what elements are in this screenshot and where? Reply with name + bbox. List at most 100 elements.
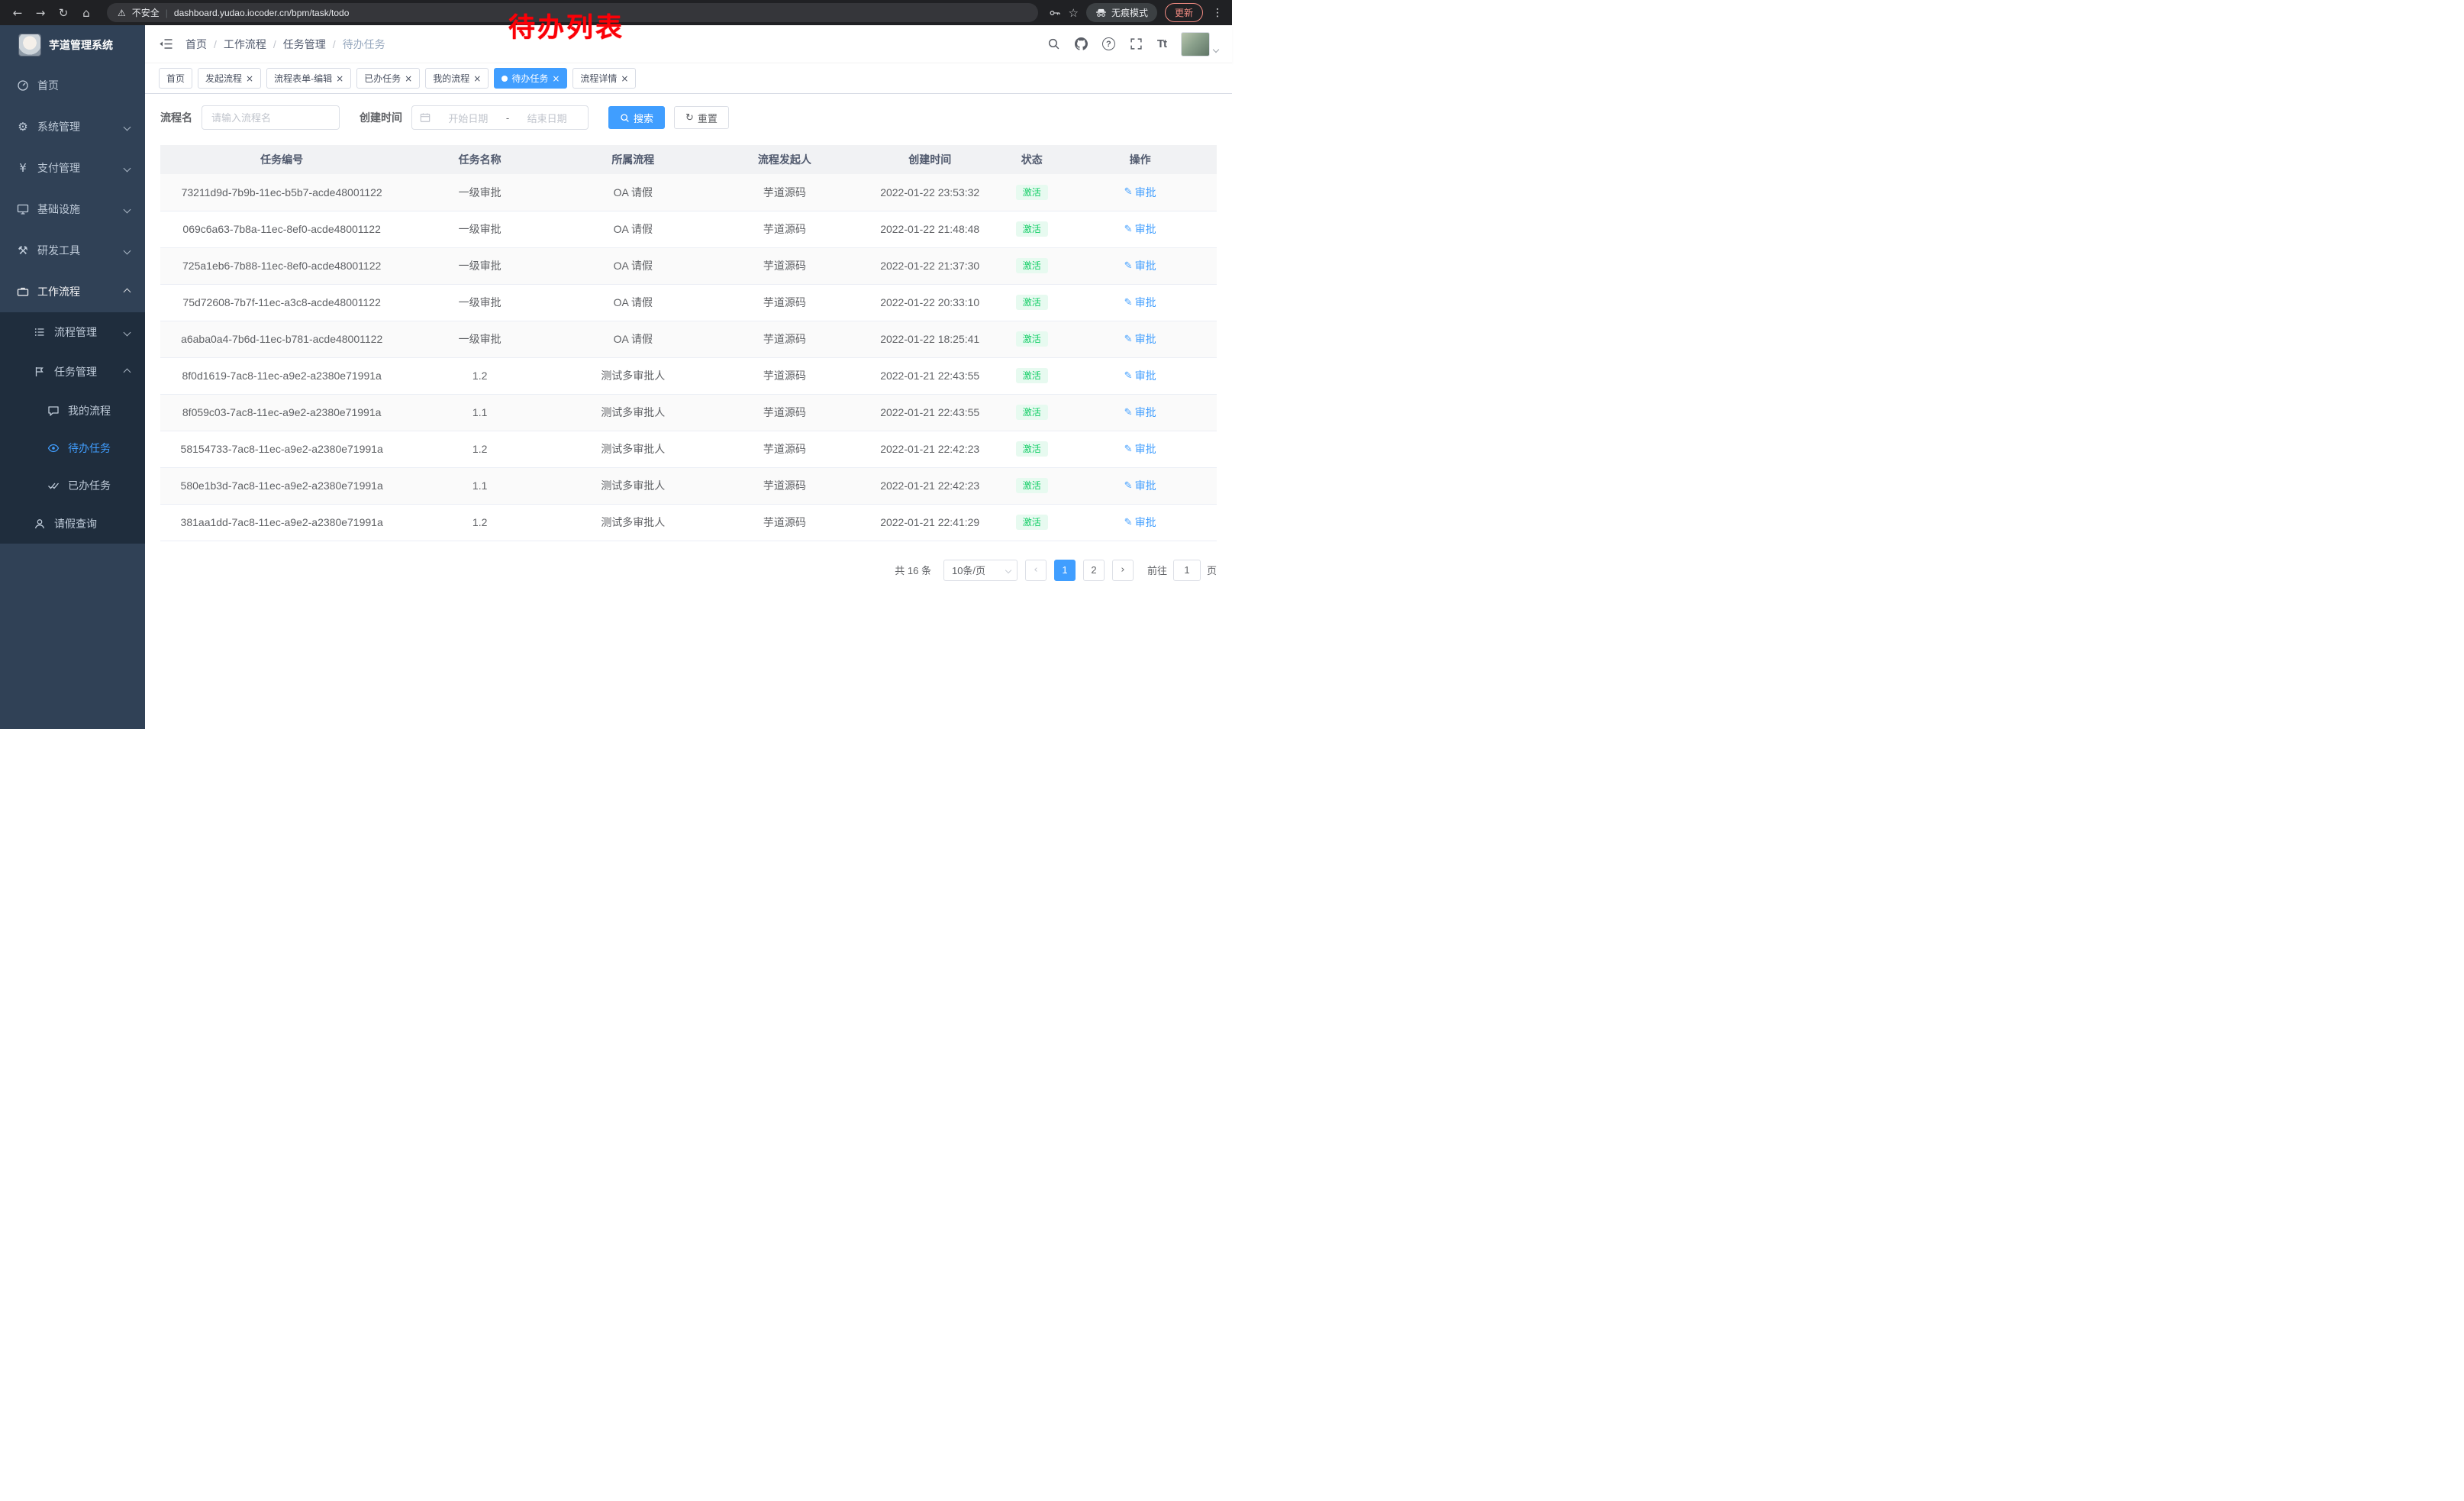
cell-created: 2022-01-22 21:37:30 bbox=[859, 247, 1000, 284]
approve-link[interactable]: ✎审批 bbox=[1124, 441, 1156, 457]
breadcrumb-workflow[interactable]: 工作流程 bbox=[224, 37, 266, 52]
sidebar-item-home[interactable]: 首页 bbox=[0, 65, 145, 106]
tab-my-processes[interactable]: 我的流程 × bbox=[425, 68, 489, 89]
cell-actions: ✎审批 bbox=[1063, 357, 1217, 394]
reset-button[interactable]: ↻ 重置 bbox=[674, 106, 729, 129]
page-size-select[interactable]: 10条/页 bbox=[943, 560, 1018, 581]
bookmark-star-icon[interactable]: ☆ bbox=[1069, 6, 1079, 20]
tab-done-tasks[interactable]: 已办任务 × bbox=[356, 68, 420, 89]
sidebar-item-infra[interactable]: 基础设施 bbox=[0, 189, 145, 230]
tab-close-icon[interactable]: × bbox=[336, 74, 343, 83]
tab-close-icon[interactable]: × bbox=[473, 74, 481, 83]
tab-close-icon[interactable]: × bbox=[246, 74, 253, 83]
tab-process-detail[interactable]: 流程详情 × bbox=[572, 68, 636, 89]
browser-menu-icon[interactable]: ⋮ bbox=[1211, 7, 1224, 19]
next-page-button[interactable]: › bbox=[1112, 560, 1134, 581]
browser-forward-icon[interactable]: → bbox=[31, 3, 50, 23]
status-badge: 激活 bbox=[1016, 331, 1048, 347]
browser-home-icon[interactable]: ⌂ bbox=[76, 3, 96, 23]
page-number-2[interactable]: 2 bbox=[1083, 560, 1105, 581]
sidebar-item-leave-query[interactable]: 请假查询 bbox=[0, 504, 145, 544]
table-header-row: 任务编号 任务名称 所属流程 流程发起人 创建时间 状态 操作 bbox=[160, 145, 1217, 174]
pagination-goto: 前往 页 bbox=[1147, 560, 1217, 581]
workflow-submenu: 流程管理 任务管理 我的流程 待办任务 已办任务 请假 bbox=[0, 312, 145, 544]
sidebar-item-workflow[interactable]: 工作流程 bbox=[0, 271, 145, 312]
cell-task-id: 725a1eb6-7b88-11ec-8ef0-acde48001122 bbox=[160, 247, 403, 284]
tab-close-icon[interactable]: × bbox=[405, 74, 412, 83]
tab-home[interactable]: 首页 bbox=[159, 68, 192, 89]
goto-page-input[interactable] bbox=[1173, 560, 1201, 581]
approve-link[interactable]: ✎审批 bbox=[1124, 221, 1156, 237]
cell-status: 激活 bbox=[1000, 504, 1063, 541]
update-button[interactable]: 更新 bbox=[1165, 3, 1203, 22]
cell-initiator: 芋道源码 bbox=[710, 321, 860, 357]
table-row: 069c6a63-7b8a-11ec-8ef0-acde48001122 一级审… bbox=[160, 211, 1217, 247]
approve-link[interactable]: ✎审批 bbox=[1124, 368, 1156, 383]
sidebar-collapse-icon[interactable] bbox=[159, 37, 173, 50]
approve-link[interactable]: ✎审批 bbox=[1124, 515, 1156, 530]
cell-created: 2022-01-22 20:33:10 bbox=[859, 284, 1000, 321]
process-name-input[interactable] bbox=[202, 105, 340, 130]
prev-page-button[interactable]: ‹ bbox=[1025, 560, 1047, 581]
approve-link[interactable]: ✎审批 bbox=[1124, 478, 1156, 493]
font-size-icon[interactable]: Tt bbox=[1157, 37, 1166, 50]
browser-refresh-icon[interactable]: ↻ bbox=[53, 3, 73, 23]
eye-icon bbox=[47, 442, 60, 454]
cell-task-id: 73211d9d-7b9b-11ec-b5b7-acde48001122 bbox=[160, 174, 403, 211]
sidebar-item-todo-tasks[interactable]: 待办任务 bbox=[0, 429, 145, 466]
page-number-1[interactable]: 1 bbox=[1054, 560, 1076, 581]
search-icon[interactable] bbox=[1047, 37, 1060, 50]
tab-close-icon[interactable]: × bbox=[552, 74, 560, 83]
search-button[interactable]: 搜索 bbox=[608, 106, 665, 129]
cell-status: 激活 bbox=[1000, 357, 1063, 394]
tab-close-icon[interactable]: × bbox=[621, 74, 628, 83]
edit-icon: ✎ bbox=[1124, 407, 1133, 418]
password-key-icon[interactable] bbox=[1049, 7, 1061, 19]
top-header: 首页 / 工作流程 / 任务管理 / 待办任务 ? Tt bbox=[145, 25, 1232, 63]
table-row: 73211d9d-7b9b-11ec-b5b7-acde48001122 一级审… bbox=[160, 174, 1217, 211]
cell-process: OA 请假 bbox=[556, 284, 710, 321]
sidebar-item-task-mgmt[interactable]: 任务管理 bbox=[0, 352, 145, 392]
sidebar-item-done-tasks[interactable]: 已办任务 bbox=[0, 466, 145, 504]
monitor-icon bbox=[17, 203, 29, 215]
app-logo[interactable]: 芋道管理系统 bbox=[0, 25, 145, 65]
breadcrumb-task-mgmt[interactable]: 任务管理 bbox=[283, 37, 326, 52]
edit-icon: ✎ bbox=[1124, 186, 1133, 198]
col-initiator: 流程发起人 bbox=[710, 145, 860, 174]
approve-link[interactable]: ✎审批 bbox=[1124, 258, 1156, 273]
person-icon bbox=[34, 518, 46, 530]
user-menu[interactable] bbox=[1181, 32, 1218, 56]
cell-task-id: 580e1b3d-7ac8-11ec-a9e2-a2380e71991a bbox=[160, 467, 403, 504]
cell-process: 测试多审批人 bbox=[556, 504, 710, 541]
approve-link[interactable]: ✎审批 bbox=[1124, 405, 1156, 420]
table-row: 75d72608-7b7f-11ec-a3c8-acde48001122 一级审… bbox=[160, 284, 1217, 321]
date-range-picker[interactable]: 开始日期 - 结束日期 bbox=[411, 105, 589, 130]
flag-icon bbox=[34, 366, 46, 378]
chevron-up-icon bbox=[124, 288, 131, 295]
url-text: dashboard.yudao.iocoder.cn/bpm/task/todo bbox=[174, 8, 350, 18]
sidebar-item-process-mgmt[interactable]: 流程管理 bbox=[0, 312, 145, 352]
cell-task-name: 1.1 bbox=[403, 394, 556, 431]
breadcrumb-home[interactable]: 首页 bbox=[185, 37, 207, 52]
sidebar-item-payment[interactable]: ¥ 支付管理 bbox=[0, 147, 145, 189]
cell-created: 2022-01-21 22:42:23 bbox=[859, 431, 1000, 467]
help-icon[interactable]: ? bbox=[1102, 37, 1115, 50]
tab-start-process[interactable]: 发起流程 × bbox=[198, 68, 261, 89]
security-label[interactable]: 不安全 bbox=[132, 6, 160, 19]
tab-todo-tasks[interactable]: 待办任务 × bbox=[494, 68, 567, 89]
approve-link[interactable]: ✎审批 bbox=[1124, 331, 1156, 347]
github-icon[interactable] bbox=[1075, 37, 1088, 50]
cell-task-name: 1.2 bbox=[403, 431, 556, 467]
cell-created: 2022-01-21 22:43:55 bbox=[859, 357, 1000, 394]
sidebar-item-my-processes[interactable]: 我的流程 bbox=[0, 392, 145, 429]
cell-actions: ✎审批 bbox=[1063, 211, 1217, 247]
fullscreen-icon[interactable] bbox=[1130, 37, 1143, 50]
address-bar[interactable]: ⚠ 不安全 | dashboard.yudao.iocoder.cn/bpm/t… bbox=[107, 3, 1038, 22]
browser-back-icon[interactable]: ← bbox=[8, 3, 27, 23]
sidebar-item-devtools[interactable]: ⚒ 研发工具 bbox=[0, 230, 145, 271]
approve-link[interactable]: ✎审批 bbox=[1124, 185, 1156, 200]
tab-form-edit[interactable]: 流程表单-编辑 × bbox=[266, 68, 351, 89]
sidebar-item-system[interactable]: ⚙ 系统管理 bbox=[0, 106, 145, 147]
table-row: a6aba0a4-7b6d-11ec-b781-acde48001122 一级审… bbox=[160, 321, 1217, 357]
approve-link[interactable]: ✎审批 bbox=[1124, 295, 1156, 310]
